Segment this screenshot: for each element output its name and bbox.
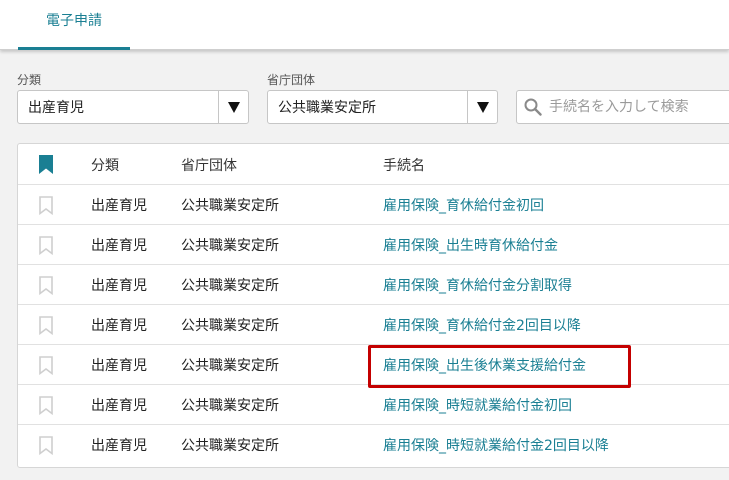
row-category: 出産育児 [91, 238, 147, 254]
table-row: 出産育児 公共職業安定所 雇用保険_時短就業給付金初回 [18, 385, 729, 425]
table-row: 出産育児 公共職業安定所 雇用保険_出生後休業支援給付金 [18, 345, 729, 385]
bookmark-outline-icon[interactable] [36, 305, 56, 345]
table-row: 出産育児 公共職業安定所 雇用保険_育休給付金初回 [18, 185, 729, 225]
row-category: 出産育児 [91, 198, 147, 214]
bookmark-outline-icon[interactable] [36, 265, 56, 305]
bookmark-outline-icon[interactable] [36, 345, 56, 385]
row-category: 出産育児 [91, 398, 147, 414]
agency-filter-label: 省庁団体 [267, 73, 316, 87]
procedure-link[interactable]: 雇用保険_出生時育休給付金 [383, 225, 558, 265]
row-category: 出産育児 [91, 278, 147, 294]
column-header-procedure[interactable]: 手続名 [383, 144, 425, 185]
tab-e-application[interactable]: 電子申請 [18, 0, 130, 50]
triangle-down-icon[interactable] [218, 91, 248, 123]
table-row: 出産育児 公共職業安定所 雇用保険_育休給付金分割取得 [18, 265, 729, 305]
triangle-down-icon[interactable] [467, 91, 497, 123]
table-header-row: 分類 省庁団体 手続名 [18, 144, 729, 185]
bookmark-outline-icon[interactable] [36, 425, 56, 465]
row-agency: 公共職業安定所 [181, 238, 279, 254]
procedure-table: 分類 省庁団体 手続名 出産育児 公共職業安定所 雇用保険_育休給付金初回 出産… [17, 143, 729, 468]
category-filter-label: 分類 [17, 73, 42, 87]
category-select-value: 出産育児 [28, 100, 84, 116]
column-header-category[interactable]: 分類 [91, 144, 119, 185]
row-agency: 公共職業安定所 [181, 398, 279, 414]
agency-select[interactable]: 公共職業安定所 [267, 90, 498, 124]
search-input[interactable] [549, 99, 729, 115]
table-row: 出産育児 公共職業安定所 雇用保険_育休給付金2回目以降 [18, 305, 729, 345]
bookmark-outline-icon[interactable] [36, 185, 56, 225]
table-row: 出産育児 公共職業安定所 雇用保険_出生時育休給付金 [18, 225, 729, 265]
procedure-link[interactable]: 雇用保険_育休給付金分割取得 [383, 265, 572, 305]
row-category: 出産育児 [91, 438, 147, 454]
bookmark-filled-icon[interactable] [36, 144, 56, 185]
tab-label: 電子申請 [46, 12, 102, 29]
row-agency: 公共職業安定所 [181, 198, 279, 214]
bookmark-outline-icon[interactable] [36, 225, 56, 265]
row-category: 出産育児 [91, 358, 147, 374]
row-agency: 公共職業安定所 [181, 438, 279, 454]
row-category: 出産育児 [91, 318, 147, 334]
row-agency: 公共職業安定所 [181, 358, 279, 374]
category-select[interactable]: 出産育児 [17, 90, 249, 124]
bookmark-outline-icon[interactable] [36, 385, 56, 425]
procedure-search-box[interactable] [516, 90, 729, 124]
procedure-link[interactable]: 雇用保険_出生後休業支援給付金 [383, 345, 586, 385]
procedure-link[interactable]: 雇用保険_育休給付金2回目以降 [383, 305, 581, 345]
row-agency: 公共職業安定所 [181, 318, 279, 334]
procedure-link[interactable]: 雇用保険_時短就業給付金2回目以降 [383, 425, 609, 465]
top-nav-bar: 電子申請 [0, 0, 729, 50]
column-header-agency[interactable]: 省庁団体 [181, 144, 237, 185]
table-row: 出産育児 公共職業安定所 雇用保険_時短就業給付金2回目以降 [18, 425, 729, 465]
procedure-link[interactable]: 雇用保険_時短就業給付金初回 [383, 385, 572, 425]
agency-select-value: 公共職業安定所 [278, 100, 376, 116]
row-agency: 公共職業安定所 [181, 278, 279, 294]
search-icon [517, 98, 549, 116]
procedure-link[interactable]: 雇用保険_育休給付金初回 [383, 185, 544, 225]
